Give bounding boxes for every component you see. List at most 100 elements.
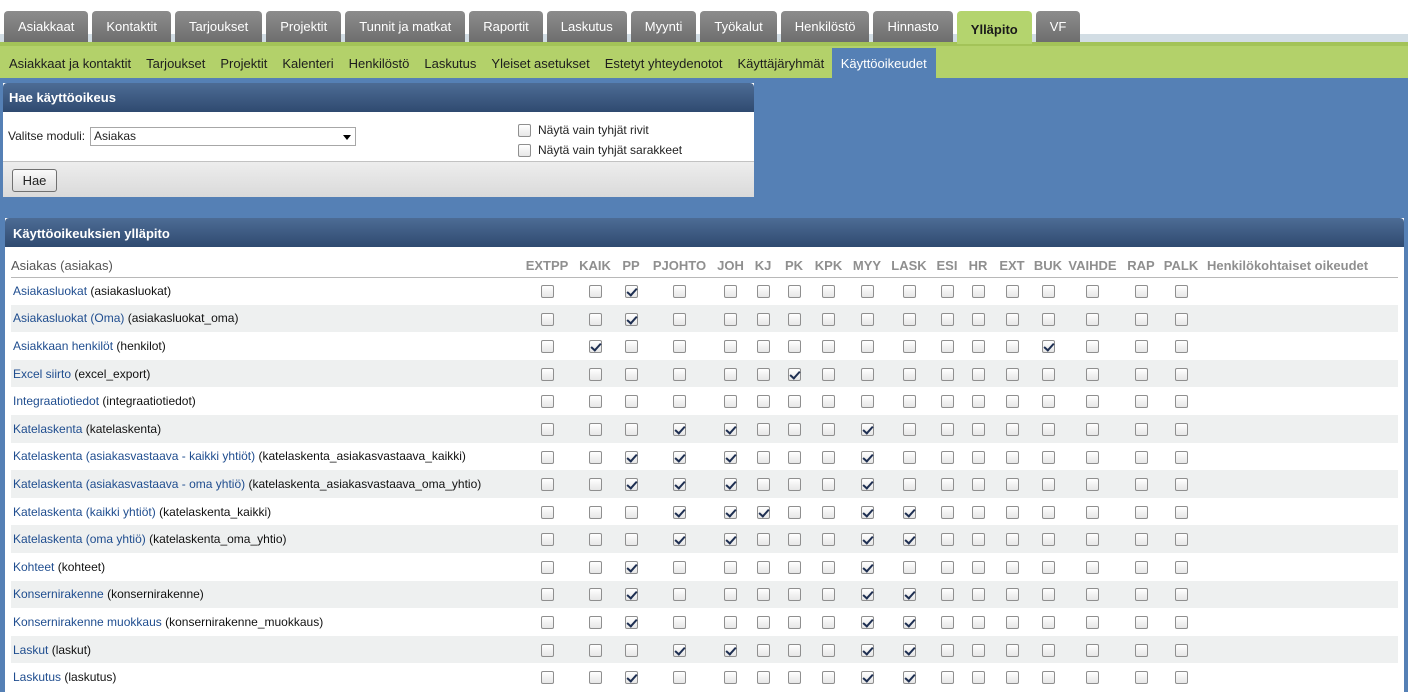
permission-checkbox-myy[interactable] bbox=[860, 588, 874, 602]
permission-checkbox-buk[interactable] bbox=[1041, 340, 1055, 354]
permission-checkbox-extpp[interactable] bbox=[540, 395, 554, 409]
tab-myynti[interactable]: Myynti bbox=[630, 11, 697, 42]
subnav-item-yleiset-asetukset[interactable]: Yleiset asetukset bbox=[484, 48, 597, 78]
permission-checkbox-buk[interactable] bbox=[1041, 505, 1055, 519]
permission-checkbox-vaihde[interactable] bbox=[1086, 478, 1099, 492]
permission-checkbox-extpp[interactable] bbox=[540, 340, 554, 354]
tab-hinnasto[interactable]: Hinnasto bbox=[873, 11, 953, 42]
permission-checkbox-pk[interactable] bbox=[787, 367, 801, 381]
empty-cols-checkbox[interactable] bbox=[518, 143, 531, 157]
permission-checkbox-pk[interactable] bbox=[787, 671, 801, 685]
permission-checkbox-kpk[interactable] bbox=[822, 643, 835, 657]
permission-link[interactable]: Katelaskenta (kaikki yhtiöt) bbox=[13, 505, 156, 519]
permission-checkbox-vaihde[interactable] bbox=[1086, 285, 1099, 299]
permission-link[interactable]: Katelaskenta (asiakasvastaava - kaikki y… bbox=[13, 449, 255, 463]
permission-checkbox-kaik[interactable] bbox=[588, 422, 602, 436]
permission-checkbox-kpk[interactable] bbox=[822, 450, 835, 464]
subnav-item-tarjoukset[interactable]: Tarjoukset bbox=[139, 48, 213, 78]
permission-checkbox-ext[interactable] bbox=[1005, 533, 1019, 547]
permission-checkbox-buk[interactable] bbox=[1041, 560, 1055, 574]
permission-checkbox-hr[interactable] bbox=[971, 478, 985, 492]
permission-checkbox-pp[interactable] bbox=[624, 643, 638, 657]
permission-checkbox-kpk[interactable] bbox=[822, 616, 835, 630]
permission-checkbox-hr[interactable] bbox=[971, 367, 985, 381]
permission-checkbox-kj[interactable] bbox=[756, 450, 770, 464]
permission-checkbox-hr[interactable] bbox=[971, 312, 985, 326]
permission-checkbox-pjohto[interactable] bbox=[673, 560, 686, 574]
permission-checkbox-lask[interactable] bbox=[902, 450, 916, 464]
permission-checkbox-kaik[interactable] bbox=[588, 285, 602, 299]
permission-checkbox-pp[interactable] bbox=[624, 312, 638, 326]
permission-checkbox-rap[interactable] bbox=[1134, 560, 1148, 574]
permission-checkbox-vaihde[interactable] bbox=[1086, 422, 1099, 436]
permission-checkbox-pk[interactable] bbox=[787, 643, 801, 657]
permission-checkbox-kj[interactable] bbox=[756, 671, 770, 685]
permission-checkbox-hr[interactable] bbox=[971, 616, 985, 630]
permission-checkbox-extpp[interactable] bbox=[540, 478, 554, 492]
permission-checkbox-vaihde[interactable] bbox=[1086, 616, 1099, 630]
subnav-item-estetyt-yhteydenotot[interactable]: Estetyt yhteydenotot bbox=[597, 48, 730, 78]
permission-checkbox-buk[interactable] bbox=[1041, 533, 1055, 547]
permission-checkbox-joh[interactable] bbox=[724, 395, 737, 409]
permission-checkbox-lask[interactable] bbox=[902, 616, 916, 630]
permission-checkbox-esi[interactable] bbox=[940, 533, 954, 547]
permission-checkbox-extpp[interactable] bbox=[540, 285, 554, 299]
permission-checkbox-kj[interactable] bbox=[756, 560, 770, 574]
tab-vf[interactable]: VF bbox=[1035, 11, 1081, 42]
permission-checkbox-buk[interactable] bbox=[1041, 450, 1055, 464]
permission-checkbox-vaihde[interactable] bbox=[1086, 367, 1099, 381]
permission-checkbox-pk[interactable] bbox=[787, 285, 801, 299]
permission-checkbox-palk[interactable] bbox=[1174, 505, 1188, 519]
permission-checkbox-kaik[interactable] bbox=[588, 450, 602, 464]
permission-checkbox-extpp[interactable] bbox=[540, 312, 554, 326]
permission-checkbox-pp[interactable] bbox=[624, 588, 638, 602]
permission-checkbox-pk[interactable] bbox=[787, 505, 801, 519]
permission-checkbox-joh[interactable] bbox=[724, 478, 737, 492]
permission-checkbox-kpk[interactable] bbox=[822, 340, 835, 354]
permission-checkbox-pk[interactable] bbox=[787, 533, 801, 547]
permission-checkbox-pp[interactable] bbox=[624, 422, 638, 436]
permission-checkbox-pp[interactable] bbox=[624, 340, 638, 354]
permission-checkbox-pjohto[interactable] bbox=[673, 616, 686, 630]
subnav-item-kalenteri[interactable]: Kalenteri bbox=[275, 48, 341, 78]
permission-checkbox-pjohto[interactable] bbox=[673, 340, 686, 354]
permission-checkbox-rap[interactable] bbox=[1134, 285, 1148, 299]
permission-checkbox-esi[interactable] bbox=[940, 395, 954, 409]
permission-checkbox-pjohto[interactable] bbox=[673, 533, 686, 547]
permission-link[interactable]: Asiakasluokat (Oma) bbox=[13, 311, 124, 325]
permission-checkbox-buk[interactable] bbox=[1041, 422, 1055, 436]
permission-checkbox-extpp[interactable] bbox=[540, 588, 554, 602]
permission-checkbox-kj[interactable] bbox=[756, 588, 770, 602]
permission-checkbox-vaihde[interactable] bbox=[1086, 505, 1099, 519]
subnav-item-henkilosto[interactable]: Henkilöstö bbox=[341, 48, 417, 78]
permission-checkbox-joh[interactable] bbox=[724, 340, 737, 354]
permission-checkbox-vaihde[interactable] bbox=[1086, 450, 1099, 464]
permission-checkbox-pp[interactable] bbox=[624, 450, 638, 464]
permission-checkbox-rap[interactable] bbox=[1134, 422, 1148, 436]
permission-checkbox-hr[interactable] bbox=[971, 588, 985, 602]
permission-checkbox-joh[interactable] bbox=[724, 450, 737, 464]
permission-checkbox-palk[interactable] bbox=[1174, 367, 1188, 381]
permission-checkbox-myy[interactable] bbox=[860, 478, 874, 492]
permission-checkbox-extpp[interactable] bbox=[540, 671, 554, 685]
permission-checkbox-hr[interactable] bbox=[971, 340, 985, 354]
subnav-item-laskutus[interactable]: Laskutus bbox=[417, 48, 484, 78]
permission-checkbox-vaihde[interactable] bbox=[1086, 643, 1099, 657]
permission-checkbox-palk[interactable] bbox=[1174, 340, 1188, 354]
permission-checkbox-kaik[interactable] bbox=[588, 340, 602, 354]
permission-checkbox-kj[interactable] bbox=[756, 478, 770, 492]
permission-checkbox-buk[interactable] bbox=[1041, 588, 1055, 602]
permission-checkbox-hr[interactable] bbox=[971, 395, 985, 409]
permission-checkbox-kj[interactable] bbox=[756, 312, 770, 326]
permission-checkbox-myy[interactable] bbox=[860, 533, 874, 547]
permission-checkbox-ext[interactable] bbox=[1005, 588, 1019, 602]
permission-checkbox-buk[interactable] bbox=[1041, 643, 1055, 657]
permission-checkbox-esi[interactable] bbox=[940, 616, 954, 630]
permission-checkbox-vaihde[interactable] bbox=[1086, 588, 1099, 602]
permission-link[interactable]: Laskut bbox=[13, 643, 48, 657]
permission-checkbox-kpk[interactable] bbox=[822, 312, 835, 326]
permission-checkbox-kpk[interactable] bbox=[822, 505, 835, 519]
permission-checkbox-pk[interactable] bbox=[787, 478, 801, 492]
permission-checkbox-lask[interactable] bbox=[902, 671, 916, 685]
permission-checkbox-buk[interactable] bbox=[1041, 395, 1055, 409]
